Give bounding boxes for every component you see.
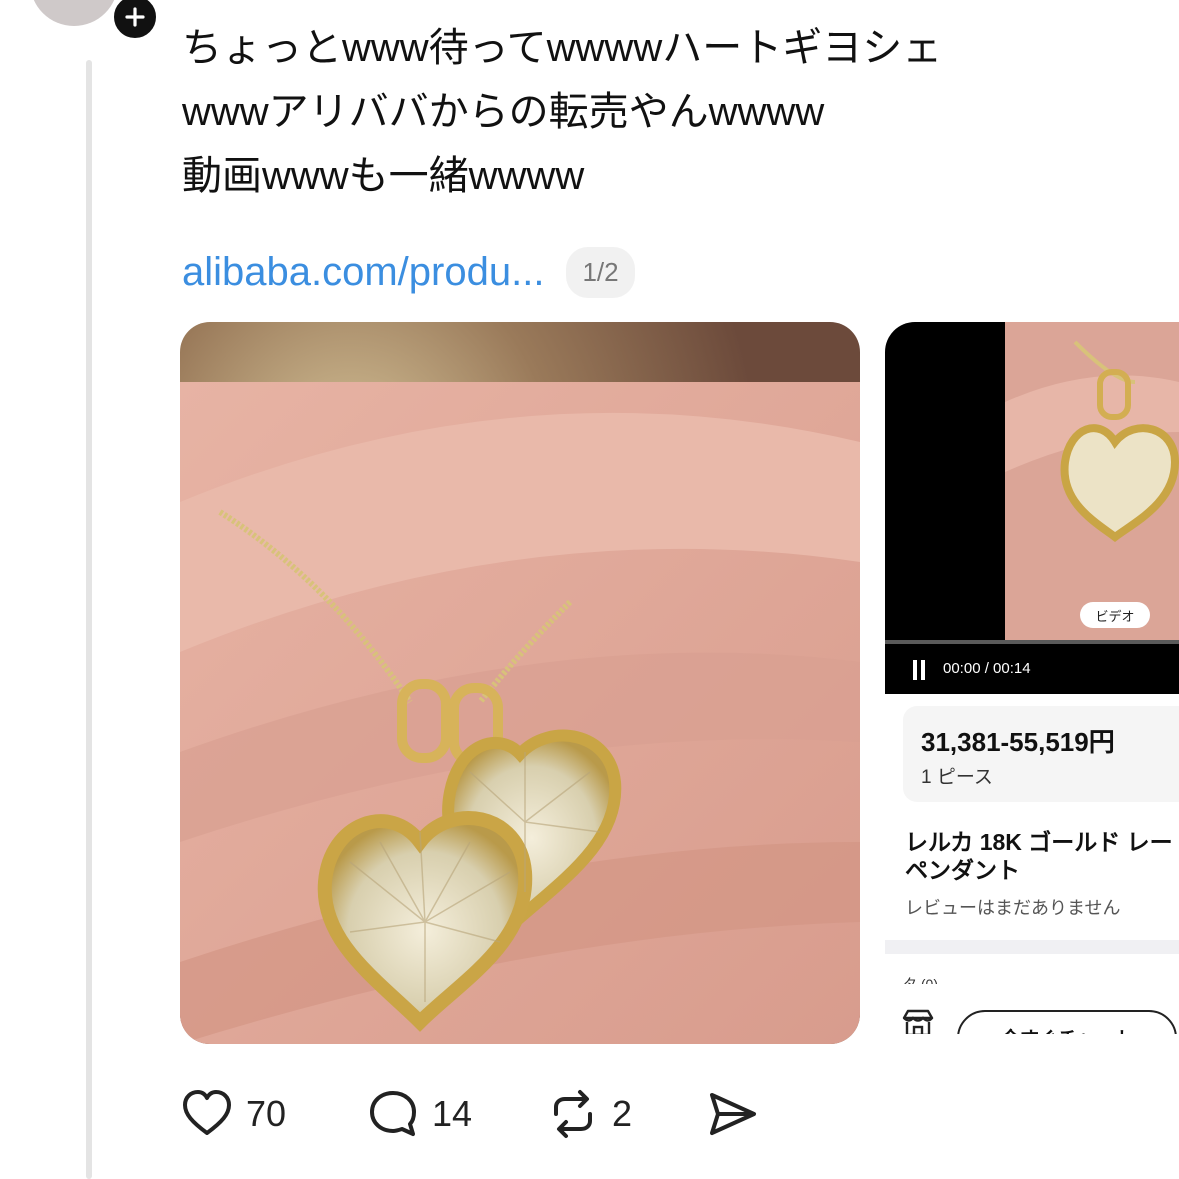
- like-count: 70: [246, 1093, 287, 1134]
- necklace-photo: [180, 322, 860, 1044]
- media-counter-badge: 1/2: [566, 246, 635, 298]
- cut-off-section-label: タ (0): [903, 976, 938, 984]
- review-status: レビューはまだありません: [905, 898, 1121, 918]
- media-bottom-edge: [885, 1034, 1179, 1044]
- post-line-3: 動画wwwも一緒wwww: [182, 154, 585, 198]
- repost-count: 2: [612, 1093, 633, 1134]
- avatar[interactable]: [30, 0, 118, 26]
- product-title: レルカ 18K ゴールド レートペンダント: [905, 829, 1179, 883]
- heart-icon: [183, 1090, 231, 1135]
- price-range: 31,381-55,519円: [921, 727, 1115, 757]
- video-progress-bar[interactable]: [885, 640, 1179, 644]
- video-frame: [1005, 322, 1179, 642]
- section-divider: [885, 940, 1179, 954]
- post-line-2: wwwアリババからの転売やんwwww: [182, 90, 825, 134]
- send-icon: [710, 1093, 756, 1135]
- video-tag: ビデオ: [1080, 602, 1150, 628]
- post-link[interactable]: alibaba.com/produ...: [182, 250, 544, 295]
- follow-button[interactable]: [110, 0, 160, 42]
- price-unit: 1 ピース: [921, 767, 993, 788]
- repost-icon: [554, 1090, 592, 1138]
- media-image-1[interactable]: [180, 322, 860, 1044]
- repost-button[interactable]: 2: [546, 1086, 632, 1142]
- like-button[interactable]: 70: [180, 1086, 286, 1142]
- share-button[interactable]: [706, 1086, 760, 1142]
- product-video[interactable]: ビデオ 00:00 / 00:14: [885, 322, 1179, 694]
- post-line-1: ちょっとwww待ってwwwwハートギヨシェ: [182, 26, 943, 70]
- link-row: alibaba.com/produ... 1/2: [182, 243, 635, 301]
- plus-icon: [125, 7, 145, 27]
- price-card: 31,381-55,519円 1 ピース: [903, 706, 1179, 802]
- video-timecode: 00:00 / 00:14: [943, 660, 1031, 677]
- post-text: ちょっとwww待ってwwwwハートギヨシェ wwwアリババからの転売やんwwww…: [182, 16, 1142, 208]
- thread-line: [86, 60, 92, 1179]
- comment-icon: [370, 1091, 416, 1136]
- reply-button[interactable]: 14: [366, 1086, 472, 1142]
- media-image-2[interactable]: ビデオ 00:00 / 00:14 31,381-55,519円 1 ピース レ…: [885, 322, 1179, 1044]
- pause-icon[interactable]: [913, 660, 927, 680]
- reply-count: 14: [432, 1093, 473, 1134]
